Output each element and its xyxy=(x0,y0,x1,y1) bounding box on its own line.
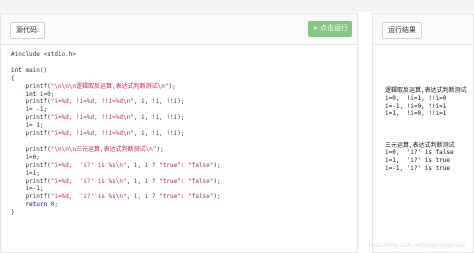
top-strip xyxy=(0,0,474,12)
output-text: 逻辑取反运算,表达式判断测试 i=0, !i=1, !!i=0 i=-1, !i… xyxy=(385,87,467,173)
run-button-label: 点击运行 xyxy=(320,25,349,32)
code-line: i=0; xyxy=(11,153,40,161)
output-line: 逻辑取反运算,表达式判断测试 xyxy=(385,87,467,94)
code-line: printf("i=%d, 'i?' is %s\n", i, i ? "tru… xyxy=(11,177,221,185)
code-line: return 0; xyxy=(25,201,58,209)
results-output: 逻辑取反运算,表达式判断测试 i=0, !i=1, !!i=0 i=-1, !i… xyxy=(374,45,472,251)
code-line: printf("\n\n\n三元运算,表达式判断测试\n"); xyxy=(11,145,164,153)
output-line: 三元运算,表达式判断测试 xyxy=(385,141,455,149)
code-line: i= 1; xyxy=(11,122,44,130)
code-line: int i=0; xyxy=(25,90,55,98)
run-button[interactable]: ➤ 点击运行 xyxy=(308,21,352,37)
code-line: #include <stdio.h> xyxy=(11,51,77,58)
code-line: printf("\n\n\n逻辑取反运算,表达式判断测试\n"); xyxy=(11,82,176,90)
code-line: i= -1; xyxy=(11,106,48,114)
output-line: i=1, 'i?' is true xyxy=(385,157,451,165)
output-line: i=-1, !i=0, !!i=1 xyxy=(385,102,447,110)
results-tab[interactable]: 运行结果 xyxy=(382,22,422,39)
output-line: i=1, !i=0, !!i=1 xyxy=(385,110,447,118)
results-header: 运行结果 xyxy=(373,14,473,45)
source-code-tab[interactable]: 源代码: xyxy=(10,22,45,39)
code-line: i=1; xyxy=(11,169,40,177)
code-line: printf("i=%d, !i=%d, !!i=%d\n", i, !i, !… xyxy=(11,130,185,138)
code-line: printf("i=%d, !i=%d, !!i=%d\n", i, !i, !… xyxy=(11,98,185,106)
code-line: printf("i=%d, 'i?' is %s\n", i, i ? "tru… xyxy=(11,161,221,169)
watermark-url: https://blog.csdn.net/qinghongjunjian xyxy=(368,243,466,249)
output-line: i=0, !i=1, !!i=0 xyxy=(385,94,447,102)
code-line: int main() xyxy=(11,66,48,74)
source-code-header: 源代码: ➤ 点击运行 xyxy=(1,14,357,45)
code-line: printf("i=%d, 'i?' is %s\n", i, i ? "tru… xyxy=(11,193,221,201)
code-text: #include <stdio.h> int main() { printf("… xyxy=(11,51,221,217)
output-line: i=0, 'i?' is false xyxy=(385,149,454,157)
code-line: { xyxy=(11,74,15,82)
code-line: } xyxy=(11,209,15,217)
code-line: printf("i=%d, !i=%d, !!i=%d\n", i, !i, !… xyxy=(11,114,185,122)
send-icon: ➤ xyxy=(313,26,319,32)
code-editor[interactable]: #include <stdio.h> int main() { printf("… xyxy=(2,45,356,251)
results-panel: 运行结果 逻辑取反运算,表达式判断测试 i=0, !i=1, !!i=0 i=-… xyxy=(372,13,474,253)
source-code-panel: 源代码: ➤ 点击运行 #include <stdio.h> int main()… xyxy=(0,13,358,253)
code-line: i=-1; xyxy=(11,185,44,193)
output-line: i=-1, 'i?' is true xyxy=(385,164,451,172)
